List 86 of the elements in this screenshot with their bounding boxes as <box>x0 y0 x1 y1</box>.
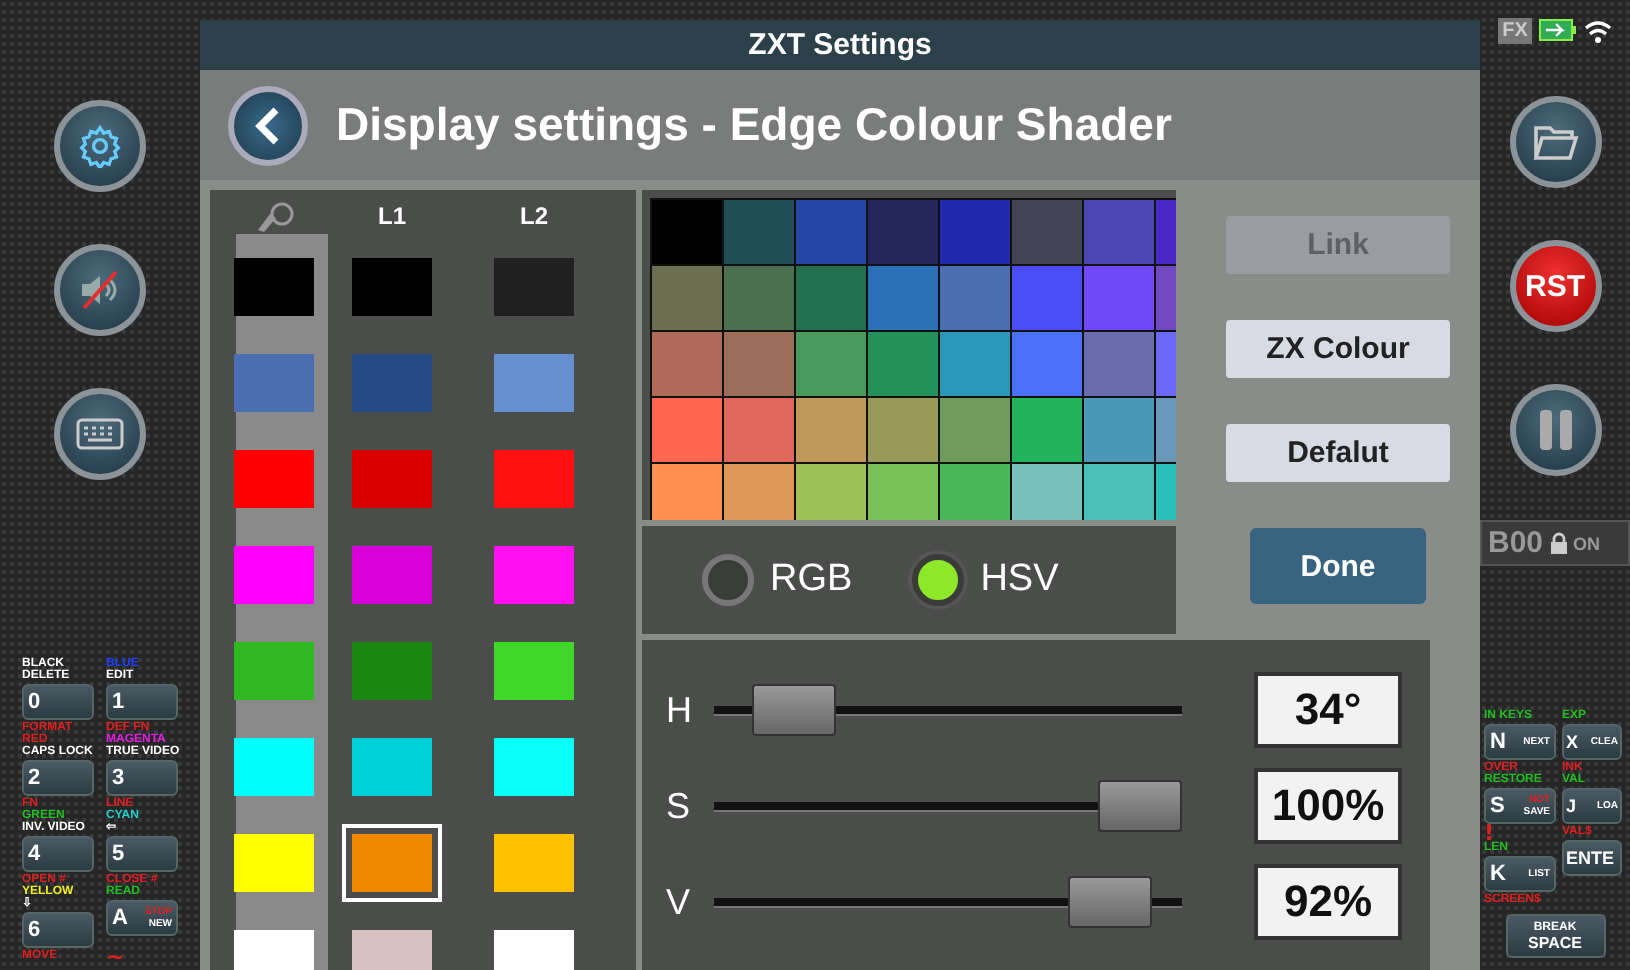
key-legend: ! <box>1484 826 1495 842</box>
keyboard-key[interactable]: 4 <box>22 836 94 872</box>
slider-value: 100% <box>1254 768 1402 844</box>
slider-thumb[interactable] <box>752 684 837 736</box>
bank-label: B00 <box>1488 526 1544 560</box>
palette-colour[interactable] <box>868 464 938 520</box>
slider-label: V <box>666 881 693 923</box>
battery-icon <box>1537 18 1578 42</box>
palette-colour[interactable] <box>940 464 1010 520</box>
back-button[interactable] <box>228 85 308 165</box>
action-button[interactable]: Defalut <box>1226 424 1450 482</box>
keyboard-key[interactable]: 5 <box>106 836 178 872</box>
slider-label: H <box>666 689 694 731</box>
column-header: L2 <box>519 202 548 230</box>
palette-colour[interactable] <box>724 200 794 264</box>
slider-value: 92% <box>1254 864 1402 940</box>
bank-state: ON <box>1573 533 1601 553</box>
palette-colour[interactable] <box>868 200 938 264</box>
slider-track[interactable] <box>714 780 1182 832</box>
palette-colour[interactable] <box>1084 200 1154 264</box>
palette-colour[interactable] <box>724 266 794 330</box>
slider-track[interactable] <box>714 684 1182 736</box>
keyboard-key[interactable]: 1 <box>106 684 178 720</box>
round-button[interactable] <box>1509 384 1601 476</box>
round-button[interactable]: RST <box>1509 240 1601 332</box>
keyboard-key[interactable]: 6 <box>22 912 94 948</box>
palette-colour[interactable] <box>1084 332 1154 396</box>
radio-button[interactable] <box>912 554 965 606</box>
key-legend: ~ <box>106 950 178 966</box>
palette-colour[interactable] <box>652 200 722 264</box>
round-button[interactable] <box>54 100 146 192</box>
keyboard-key[interactable]: ENTE <box>1562 840 1622 876</box>
palette-colour[interactable] <box>724 398 794 462</box>
palette-colour[interactable] <box>652 266 722 330</box>
palette-colour[interactable] <box>1084 266 1154 330</box>
palette-colour[interactable] <box>1012 200 1082 264</box>
keyboard-key[interactable]: 3 <box>106 760 178 796</box>
palette-colour[interactable] <box>652 464 722 520</box>
pause-icon <box>1535 406 1575 454</box>
radio-button[interactable] <box>702 554 754 606</box>
palette-colour[interactable] <box>1012 266 1082 330</box>
done-button[interactable]: Done <box>1250 528 1426 604</box>
palette-colour[interactable] <box>868 266 938 330</box>
palette-colour[interactable] <box>940 332 1010 396</box>
palette-colour[interactable] <box>724 464 794 520</box>
page-title: Display settings - Edge Colour Shader <box>336 98 1172 152</box>
fx-badge: FX <box>1498 17 1532 43</box>
palette-colour[interactable] <box>796 266 866 330</box>
palette-colour[interactable] <box>940 200 1010 264</box>
round-button[interactable] <box>54 244 146 336</box>
palette-colour[interactable] <box>724 332 794 396</box>
keyboard-key[interactable]: 2 <box>22 760 94 796</box>
slider-track[interactable] <box>714 876 1182 928</box>
palette-colour[interactable] <box>1084 464 1154 520</box>
round-button[interactable] <box>54 388 146 480</box>
palette-colour[interactable] <box>1012 464 1082 520</box>
colour-swatch-slot[interactable] <box>342 823 442 901</box>
palette-colour[interactable] <box>796 332 866 396</box>
palette-colour[interactable] <box>796 398 866 462</box>
palette-colour[interactable] <box>1084 398 1154 462</box>
keyboard-icon <box>76 418 124 450</box>
keyboard-key[interactable]: 0 <box>22 684 94 720</box>
slider-value: 34° <box>1254 672 1402 748</box>
palette-colour[interactable] <box>940 398 1010 462</box>
action-button[interactable]: ZX Colour <box>1226 320 1450 378</box>
radio-label[interactable]: HSV <box>980 558 1059 602</box>
round-button[interactable] <box>1509 96 1601 188</box>
palette-colour[interactable] <box>796 464 866 520</box>
folder-icon <box>1531 122 1579 162</box>
lock-icon <box>1549 532 1568 554</box>
palette-colour[interactable] <box>796 200 866 264</box>
palette-colour[interactable] <box>940 266 1010 330</box>
palette-colour[interactable] <box>868 398 938 462</box>
column-header: L1 <box>377 202 406 230</box>
palette-colour[interactable] <box>1012 332 1082 396</box>
palette-colour[interactable] <box>652 398 722 462</box>
wifi-icon <box>1583 16 1612 44</box>
window-title: ZXT Settings <box>200 20 1480 70</box>
slider-thumb[interactable] <box>1067 876 1152 928</box>
palette-colour[interactable] <box>868 332 938 396</box>
palette-colour[interactable] <box>1012 398 1082 462</box>
slider-thumb[interactable] <box>1098 780 1182 832</box>
palette-colour[interactable] <box>652 332 722 396</box>
settings-icon <box>78 124 122 168</box>
slider-label: S <box>666 785 693 827</box>
radio-label[interactable]: RGB <box>770 558 853 602</box>
